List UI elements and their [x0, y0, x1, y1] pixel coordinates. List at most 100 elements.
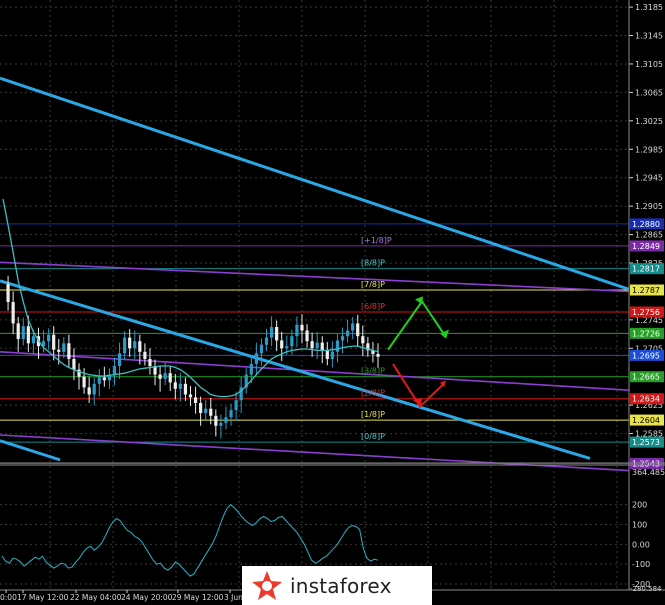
candle-body-62	[315, 342, 319, 349]
price-level-badge-text-3: 1.2787	[632, 286, 660, 295]
osc-tick-label-2: 100	[632, 520, 647, 529]
osc-tick-label-1: 200	[632, 501, 647, 510]
price-level-badge-text-7: 1.2665	[632, 373, 660, 382]
candle-body-38	[193, 397, 198, 404]
forex-chart: [+1/8]P [8/8]P [7/8]P [6/8]P [3/8]P [2/8]P [1/…	[0, 0, 665, 605]
price-level-badge-text-5: 1.2726	[632, 329, 660, 338]
price-tick-label-7: 1.2905	[635, 202, 663, 211]
candle-body-57	[290, 336, 294, 347]
price-tick-label-4: 1.3025	[635, 117, 663, 126]
murrey-label-1: [8/8]P	[361, 259, 385, 268]
price-level-badge-text-0: 1.2880	[632, 220, 660, 229]
candle-body-63	[320, 342, 324, 351]
price-tick-label-2: 1.3105	[635, 60, 663, 69]
murrey-label-0: [+1/8]P	[361, 236, 392, 245]
candle-body-67	[340, 336, 345, 341]
osc-tick-label-0: 364.4856	[632, 468, 665, 477]
candle-body-1	[6, 284, 10, 303]
candle-body-11	[57, 349, 61, 352]
candle-body-25	[128, 337, 132, 349]
instaforex-logo: instaforex	[242, 566, 432, 605]
candle-body-4	[21, 326, 25, 340]
murrey-label-2: [7/8]P	[361, 280, 385, 289]
candle-body-74	[376, 353, 380, 357]
candle-body-29	[148, 358, 152, 367]
candle-body-13	[67, 343, 71, 359]
time-tick-label-5: 3 Jun	[224, 593, 243, 602]
candle-body-14	[72, 358, 76, 370]
candle-body-40	[204, 408, 208, 413]
candle-body-27	[138, 341, 142, 352]
candle-body-52	[264, 337, 269, 345]
candle-body-9	[47, 334, 51, 342]
time-tick-label-0: 0:00	[0, 593, 17, 602]
price-level-badge-text-10: 1.2573	[632, 438, 660, 447]
price-level-badge-text-4: 1.2756	[632, 308, 660, 317]
candle-body-22	[112, 366, 117, 375]
candle-body-3	[16, 323, 20, 340]
candle-body-64	[325, 350, 329, 359]
candle-body-49	[249, 363, 253, 375]
candle-body-6	[31, 336, 36, 344]
instaforex-logo-icon	[252, 570, 282, 600]
candle-body-24	[123, 337, 127, 354]
time-tick-label-3: 24 May 20:00	[121, 593, 173, 602]
candle-body-31	[158, 374, 162, 379]
price-tick-label-5: 1.2985	[635, 145, 663, 154]
price-tick-label-1: 1.3145	[635, 32, 663, 41]
candle-body-50	[254, 353, 258, 364]
candle-body-26	[133, 341, 137, 349]
candle-body-39	[199, 403, 203, 413]
candle-body-61	[310, 341, 314, 349]
candle-body-51	[259, 344, 264, 354]
candle-body-70	[356, 323, 360, 337]
brand-text: instaforex	[290, 573, 392, 598]
candle-body-10	[52, 334, 56, 350]
candle-body-28	[143, 351, 147, 359]
price-tick-label-3: 1.3065	[635, 88, 663, 97]
osc-tick-label-3: 0.00	[632, 540, 650, 549]
candle-body-36	[183, 383, 188, 395]
price-level-badge-text-6: 1.2695	[632, 351, 660, 360]
candle-body-17	[87, 387, 91, 395]
chart-background	[0, 0, 665, 605]
candle-body-42	[214, 415, 218, 426]
price-level-badge-text-8: 1.2634	[632, 395, 660, 404]
candle-body-54	[275, 326, 279, 341]
time-tick-label-1: 17 May 12:00	[17, 593, 69, 602]
candle-body-33	[168, 373, 172, 383]
candle-body-56	[285, 346, 289, 349]
price-level-badge-text-2: 1.2817	[632, 265, 660, 274]
time-tick-label-4: 29 May 12:00	[172, 593, 224, 602]
price-level-badge-text-9: 1.2604	[632, 416, 660, 425]
candle-body-23	[117, 353, 122, 367]
murrey-label-4: [3/8]P	[361, 367, 385, 376]
candle-body-68	[345, 330, 350, 337]
candle-body-34	[173, 382, 177, 389]
price-tick-label-8: 1.2865	[635, 231, 663, 240]
candle-body-58	[295, 324, 299, 337]
murrey-label-7: [0/8]P	[361, 432, 385, 441]
candle-body-43	[219, 422, 223, 426]
candle-body-32	[163, 373, 167, 379]
candle-body-71	[361, 336, 365, 344]
candle-body-59	[300, 324, 304, 331]
murrey-label-3: [6/8]P	[361, 302, 385, 311]
osc-bottom-label: -280.584	[630, 585, 662, 593]
time-tick-label-2: 22 May 04:00	[70, 593, 122, 602]
candle-body-20	[102, 377, 106, 381]
candle-body-18	[92, 383, 96, 395]
murrey-label-5: [2/8]P	[361, 389, 385, 398]
candle-body-37	[188, 394, 193, 398]
price-tick-label-0: 1.3185	[635, 3, 663, 12]
candle-body-66	[335, 340, 340, 352]
candle-body-60	[305, 330, 309, 342]
candle-body-5	[26, 326, 30, 344]
candle-body-53	[269, 326, 274, 338]
candle-body-41	[209, 408, 213, 416]
price-level-badge-text-1: 1.2849	[632, 242, 660, 251]
candle-body-35	[178, 383, 182, 389]
price-tick-label-6: 1.2945	[635, 174, 663, 183]
candle-body-19	[97, 377, 101, 384]
candle-body-16	[82, 376, 86, 388]
